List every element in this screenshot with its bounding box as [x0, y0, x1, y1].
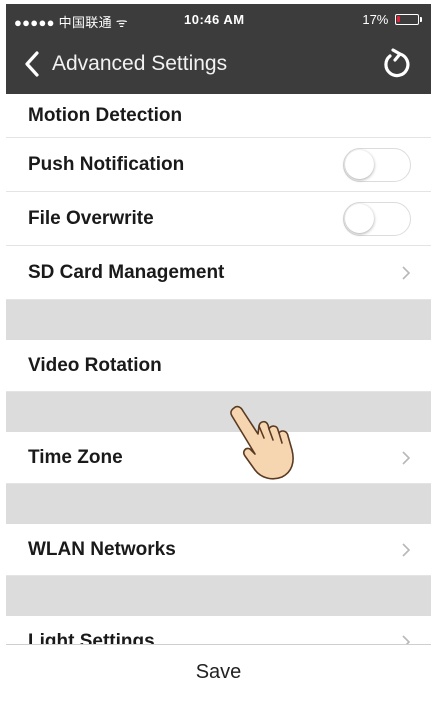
- toggle-knob: [345, 149, 374, 179]
- section-divider: [6, 484, 431, 524]
- setting-label: File Overwrite: [28, 207, 154, 229]
- setting-label: Time Zone: [28, 446, 123, 468]
- battery-icon: [395, 14, 422, 25]
- status-bar: ●●●●● 中国联通 ᯤ 10:46 AM 17%: [6, 4, 431, 34]
- chevron-right-icon: [402, 265, 411, 280]
- section-divider: [6, 576, 431, 616]
- carrier-signal: ●●●●● 中国联通 ᯤ: [14, 15, 128, 30]
- setting-label: SD Card Management: [28, 261, 225, 283]
- refresh-icon[interactable]: [381, 48, 413, 80]
- setting-label: Video Rotation: [28, 354, 162, 376]
- setting-label: WLAN Networks: [28, 538, 176, 560]
- status-time: 10:46 AM: [184, 12, 245, 27]
- setting-push-notification: Push Notification: [6, 138, 431, 192]
- phone-screen: ●●●●● 中国联通 ᯤ 10:46 AM 17% Advanced Setti…: [6, 4, 431, 699]
- setting-file-overwrite: File Overwrite: [6, 192, 431, 246]
- chevron-right-icon: [402, 542, 411, 557]
- save-label: Save: [195, 660, 242, 683]
- push-notification-toggle[interactable]: [343, 147, 411, 182]
- setting-label: Push Notification: [28, 153, 185, 175]
- page-title: Advanced Settings: [52, 52, 228, 75]
- battery-percent: 17%: [362, 12, 389, 27]
- setting-time-zone[interactable]: Time Zone: [6, 432, 431, 484]
- chevron-left-icon: [25, 51, 39, 77]
- file-overwrite-toggle[interactable]: [343, 201, 411, 236]
- nav-bar: Advanced Settings: [6, 34, 431, 94]
- back-button[interactable]: Advanced Settings: [24, 48, 227, 80]
- setting-sd-card-management[interactable]: SD Card Management: [6, 246, 431, 300]
- section-divider: [6, 300, 431, 340]
- setting-wlan-networks[interactable]: WLAN Networks: [6, 524, 431, 576]
- settings-list: Motion Detection Push Notification File …: [6, 94, 431, 668]
- setting-video-rotation[interactable]: Video Rotation: [6, 340, 431, 392]
- save-button[interactable]: Save: [6, 644, 431, 699]
- setting-label: Motion Detection: [28, 104, 183, 126]
- setting-motion-detection[interactable]: Motion Detection: [6, 94, 431, 138]
- tap-hand-icon: [230, 405, 294, 480]
- section-divider: [6, 392, 431, 432]
- battery-status: 17%: [362, 12, 422, 27]
- toggle-knob: [345, 203, 374, 233]
- chevron-right-icon: [402, 450, 411, 465]
